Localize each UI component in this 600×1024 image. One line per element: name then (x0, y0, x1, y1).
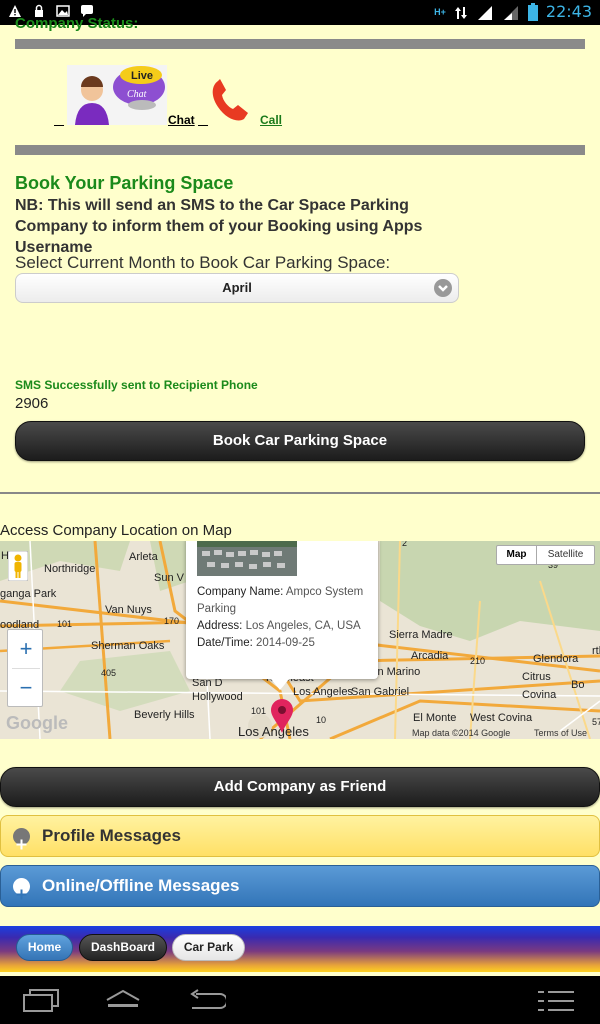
book-parking-button[interactable]: Book Car Parking Space (15, 421, 585, 461)
app-navbar: Home DashBoard Car Park (0, 926, 600, 972)
map-place-label: San Gabriel (351, 686, 410, 698)
section-divider (0, 492, 600, 494)
popup-tail (270, 678, 290, 690)
company-status-label: Company Status: (15, 15, 139, 32)
home-icon[interactable] (104, 988, 142, 1015)
booking-note: NB: This will send an SMS to the Car Spa… (15, 197, 423, 256)
month-select-value: April (222, 280, 252, 295)
map-place-label: Sun V (154, 572, 184, 584)
sms-code: 2906 (15, 395, 49, 412)
chat-spacer-link[interactable] (54, 113, 64, 127)
chat-bubble-text: Chat (127, 89, 147, 100)
add-friend-button[interactable]: Add Company as Friend (0, 767, 600, 807)
map-place-label: rth (592, 645, 600, 657)
online-offline-messages-label: Online/Offline Messages (42, 876, 240, 895)
highway-shield: 210 (470, 656, 486, 666)
nav-dashboard-button[interactable]: DashBoard (79, 934, 167, 961)
street-view-pegman-icon[interactable] (7, 550, 29, 586)
map-info-popup: Company Name: Ampco System Parking Addre… (186, 541, 378, 679)
popup-address-label: Address: (197, 620, 243, 632)
map-terms-link[interactable]: Terms of Use (534, 728, 587, 738)
profile-messages-label: Profile Messages (42, 826, 181, 845)
zoom-control: + − (7, 629, 43, 707)
battery-icon (527, 2, 538, 21)
chat-link[interactable]: Chat (168, 113, 195, 127)
map-place-label: ganga Park (0, 588, 57, 600)
map-place-label: Northridge (44, 563, 96, 575)
data-arrows-icon (454, 5, 468, 19)
map-place-label: Glendora (533, 653, 579, 665)
signal-icon (476, 5, 494, 20)
zoom-out-button[interactable]: − (8, 669, 44, 707)
plus-icon (13, 878, 30, 900)
month-select[interactable]: April (15, 273, 459, 303)
popup-address-value: Los Angeles, CA, USA (245, 620, 361, 632)
map-place-label: Covina (522, 689, 557, 701)
map-place-label: El Monte (413, 712, 457, 724)
map-place-label: Beverly Hills (134, 709, 195, 721)
highway-shield: 170 (164, 616, 180, 626)
highway-shield: 101 (251, 706, 267, 716)
highway-shield: 101 (57, 619, 73, 629)
clock: 22:43 (545, 2, 592, 21)
call-link[interactable]: Call (260, 113, 282, 127)
parking-lot-photo (197, 541, 297, 576)
nav-home-button[interactable]: Home (16, 934, 73, 961)
system-navigation-bar (0, 976, 600, 1024)
company-location-map[interactable]: Hills Northridge Arleta Sun V ganga Park… (0, 541, 600, 739)
call-spacer-link[interactable] (198, 113, 208, 127)
back-icon[interactable] (186, 989, 228, 1016)
map-place-label: Van Nuys (105, 604, 152, 616)
map-place-label: Sherman Oaks (91, 640, 165, 652)
popup-company-label: Company Name: (197, 586, 284, 598)
divider-bar-top (15, 39, 585, 49)
plus-icon (13, 828, 30, 850)
map-marker-icon[interactable] (271, 699, 293, 738)
map-attribution: Map data ©2014 Google (412, 728, 511, 738)
highway-shield: 405 (101, 668, 117, 678)
recent-apps-icon[interactable] (22, 988, 60, 1017)
month-select-label: Select Current Month to Book Car Parking… (15, 253, 391, 272)
map-place-label: Arcadia (411, 650, 449, 662)
map-place-label: Hollywood (192, 691, 243, 703)
map-place-label: Citrus (522, 671, 551, 683)
online-offline-messages-collapsible[interactable]: Online/Offline Messages (0, 865, 600, 907)
map-place-label: Arleta (129, 551, 158, 563)
live-text: Live (131, 70, 153, 82)
map-type-satellite-button[interactable]: Satellite (536, 545, 595, 565)
zoom-in-button[interactable]: + (8, 630, 44, 668)
popup-datetime-label: Date/Time: (197, 637, 253, 649)
map-place-label: West Covina (470, 712, 533, 724)
map-section-label: Access Company Location on Map (0, 522, 232, 539)
phone-icon[interactable] (208, 75, 260, 125)
menu-icon[interactable] (538, 990, 574, 1017)
nav-carpark-button[interactable]: Car Park (172, 934, 245, 961)
highway-shield: 57 (592, 717, 600, 727)
map-place-label: Los Angeles (293, 686, 353, 698)
signal-icon-2 (502, 5, 520, 20)
profile-messages-collapsible[interactable]: Profile Messages (0, 815, 600, 857)
map-place-label: Sierra Madre (389, 629, 453, 641)
divider-bar-bottom (15, 145, 585, 155)
map-place-label: Bo (571, 679, 585, 691)
map-type-map-button[interactable]: Map (496, 545, 537, 565)
live-chat-image[interactable]: Live Chat (67, 65, 167, 125)
network-type: H+ (434, 6, 446, 17)
chevron-down-icon (434, 279, 452, 297)
booking-title: Book Your Parking Space (15, 173, 234, 193)
highway-shield: 2 (402, 541, 408, 548)
google-logo: Google (6, 713, 68, 733)
popup-datetime-value: 2014-09-25 (256, 637, 315, 649)
sms-status: SMS Successfully sent to Recipient Phone (15, 378, 258, 392)
highway-shield: 10 (316, 715, 327, 725)
